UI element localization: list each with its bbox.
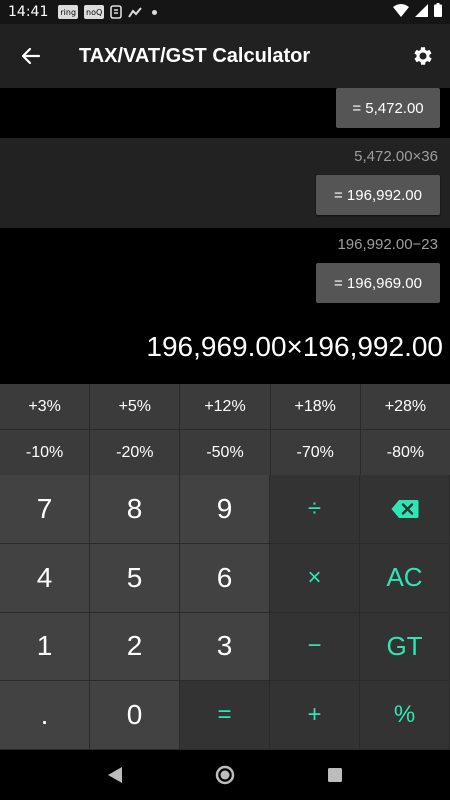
number-pad: 7 8 9 ÷ 4 5 6 × AC 1 2 3 − GT . 0 = + % xyxy=(0,475,450,750)
battery-icon xyxy=(434,3,442,21)
nav-back-button[interactable] xyxy=(95,755,135,795)
tax-plus-28-button[interactable]: +28% xyxy=(360,384,450,429)
gear-icon xyxy=(414,47,432,65)
nav-recents-button[interactable] xyxy=(315,755,355,795)
calculation-history[interactable]: = 5,472.00 5,472.00×36 = 196,992.00 196,… xyxy=(0,88,450,384)
backspace-button[interactable] xyxy=(360,475,450,544)
key-6[interactable]: 6 xyxy=(180,543,270,613)
key-0[interactable]: 0 xyxy=(90,681,180,750)
history-result-button[interactable]: = 196,969.00 xyxy=(316,263,440,303)
ring-app-icon: ring xyxy=(58,5,79,19)
triangle-back-icon xyxy=(108,767,122,783)
equals-button[interactable]: = xyxy=(180,681,270,750)
decimal-point-button[interactable]: . xyxy=(0,681,90,750)
current-expression-display: 196,969.00×196,992.00 xyxy=(146,331,443,362)
keypad: +3% +5% +12% +18% +28% -10% -20% -50% -7… xyxy=(0,384,450,750)
square-recents-icon xyxy=(328,768,342,782)
grand-total-button[interactable]: GT xyxy=(360,612,450,682)
history-expression: 196,992.00−23 xyxy=(337,236,438,253)
tax-plus-18-button[interactable]: +18% xyxy=(270,384,361,429)
tax-plus-3-button[interactable]: +3% xyxy=(0,384,91,429)
noq-app-icon: noQ xyxy=(84,5,105,19)
notification-icon xyxy=(110,5,123,19)
discount-50-button[interactable]: -50% xyxy=(180,430,271,475)
history-item: 196,992.00−23 = 196,969.00 xyxy=(0,228,450,316)
key-9[interactable]: 9 xyxy=(180,475,270,544)
arrow-left-icon xyxy=(21,47,41,65)
tax-plus-5-button[interactable]: +5% xyxy=(90,384,181,429)
back-button[interactable] xyxy=(0,24,62,88)
tax-plus-12-button[interactable]: +12% xyxy=(180,384,271,429)
system-nav-bar xyxy=(0,750,450,800)
discount-10-button[interactable]: -10% xyxy=(0,430,91,475)
graph-icon xyxy=(128,6,143,18)
divide-button[interactable]: ÷ xyxy=(270,475,360,544)
nav-home-button[interactable] xyxy=(205,755,245,795)
discount-20-button[interactable]: -20% xyxy=(90,430,181,475)
app-bar: TAX/VAT/GST Calculator xyxy=(0,24,450,88)
discount-70-button[interactable]: -70% xyxy=(270,430,361,475)
percent-button[interactable]: % xyxy=(360,681,450,750)
history-item: 5,472.00×36 = 196,992.00 xyxy=(0,138,450,228)
backspace-icon xyxy=(391,499,418,518)
all-clear-button[interactable]: AC xyxy=(360,543,450,613)
history-result-button[interactable]: = 5,472.00 xyxy=(336,88,440,128)
status-right xyxy=(393,3,442,21)
wifi-icon xyxy=(393,3,409,21)
status-bar: 14:41 ring noQ xyxy=(0,0,450,24)
key-4[interactable]: 4 xyxy=(0,543,90,613)
discount-row: -10% -20% -50% -70% -80% xyxy=(0,430,450,475)
minus-button[interactable]: − xyxy=(270,612,360,682)
dot-icon xyxy=(152,9,158,15)
page-title: TAX/VAT/GST Calculator xyxy=(79,44,311,67)
key-7[interactable]: 7 xyxy=(0,475,90,544)
multiply-button[interactable]: × xyxy=(270,543,360,613)
key-2[interactable]: 2 xyxy=(90,612,180,682)
settings-button[interactable] xyxy=(396,24,450,88)
status-time: 14:41 xyxy=(8,4,49,20)
key-5[interactable]: 5 xyxy=(90,543,180,613)
key-3[interactable]: 3 xyxy=(180,612,270,682)
tax-add-row: +3% +5% +12% +18% +28% xyxy=(0,384,450,429)
signal-icon xyxy=(415,3,428,21)
discount-80-button[interactable]: -80% xyxy=(360,430,450,475)
key-1[interactable]: 1 xyxy=(0,612,90,682)
circle-home-icon xyxy=(215,765,235,785)
history-result-button[interactable]: = 196,992.00 xyxy=(316,175,440,215)
plus-button[interactable]: + xyxy=(270,681,360,750)
history-item: = 5,472.00 xyxy=(0,88,450,138)
key-8[interactable]: 8 xyxy=(90,475,180,544)
history-expression: 5,472.00×36 xyxy=(354,148,438,165)
